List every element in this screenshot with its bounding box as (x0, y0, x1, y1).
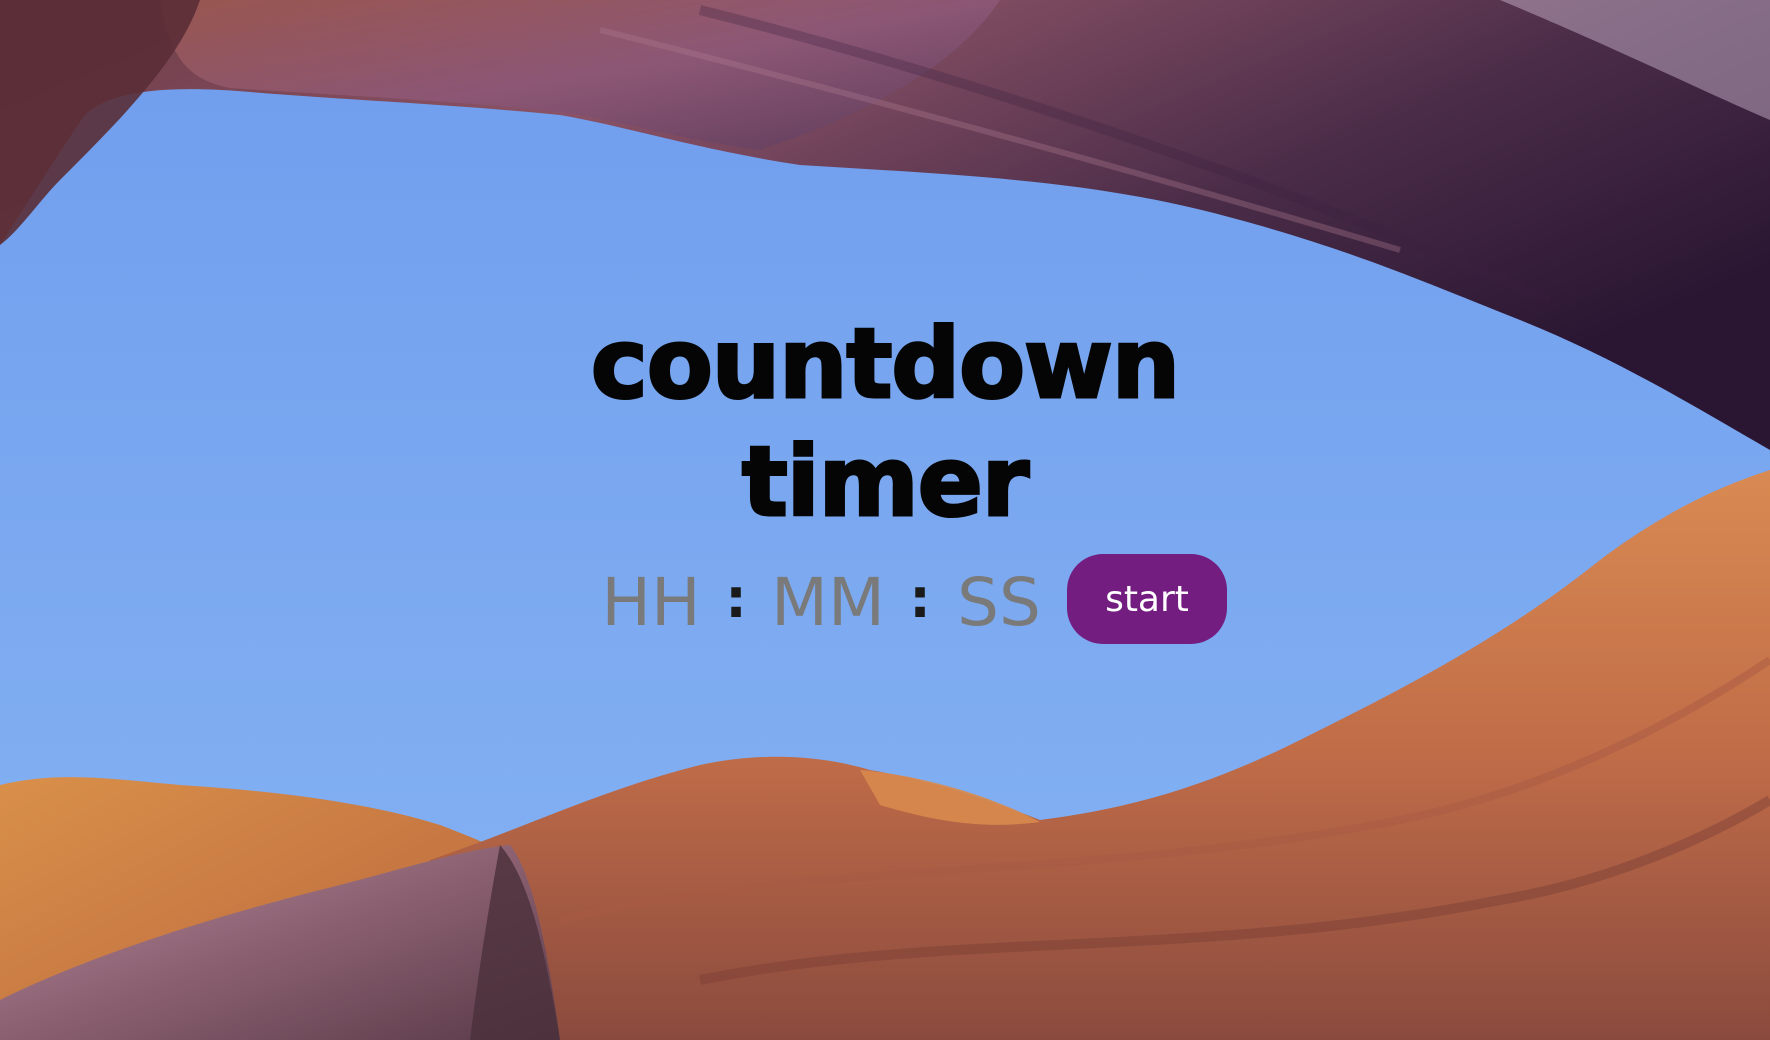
start-button[interactable]: start (1067, 554, 1227, 644)
timer-app: countdown timer : : start (0, 0, 1770, 1040)
title-line-timer: timer (740, 425, 1030, 540)
hours-input[interactable] (595, 556, 707, 648)
title-line-countdown: countdown (589, 307, 1181, 422)
seconds-input[interactable] (949, 556, 1049, 648)
time-separator: : (909, 567, 931, 630)
time-input-row: : : (595, 556, 1049, 648)
page-title: countdown timer (0, 305, 1770, 541)
minutes-input[interactable] (765, 556, 891, 648)
time-separator: : (725, 567, 747, 630)
